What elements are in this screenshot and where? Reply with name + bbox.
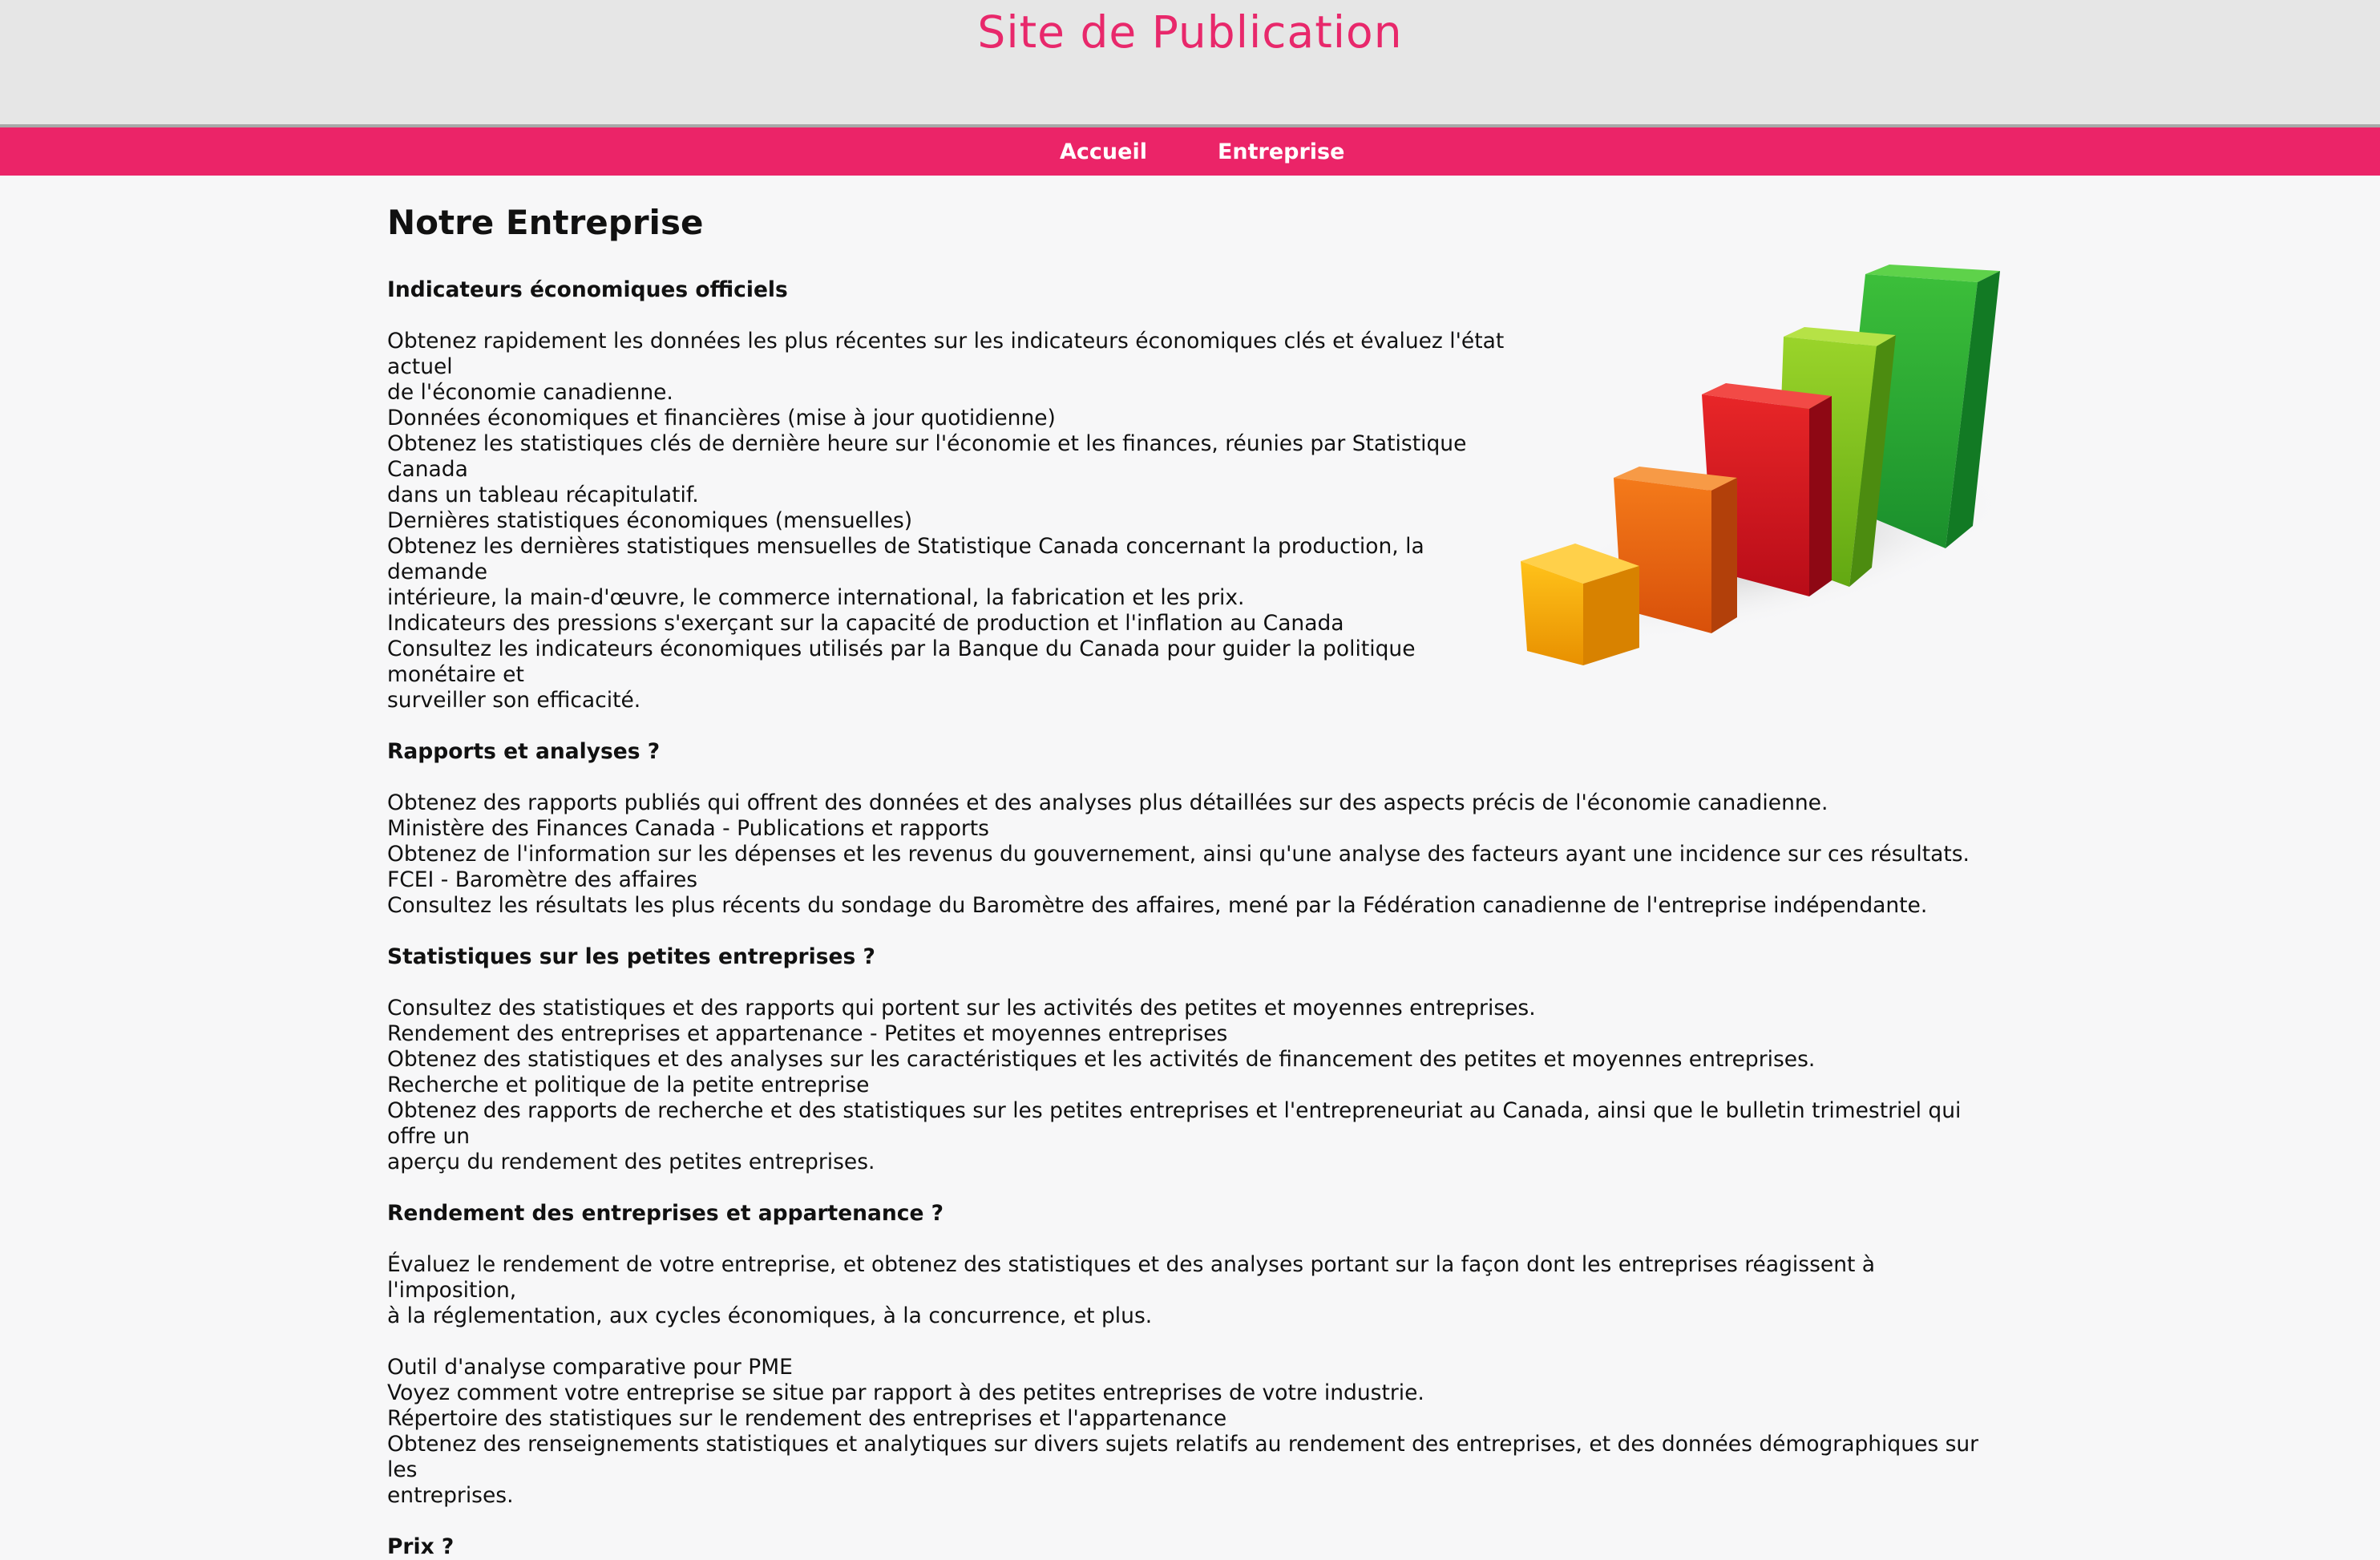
link-outil-analyse: Outil d'analyse comparative pour PME — [387, 1355, 793, 1380]
link-rendement-pme: Rendement des entreprises et appartenanc… — [387, 1021, 1228, 1046]
site-title: Site de Publication — [977, 6, 1403, 58]
link-donnees-economiques: Données économiques et financières (mise… — [387, 406, 1056, 430]
bar-chart-illustration — [1503, 265, 2010, 665]
section-body-petites-entreprises: Consultez des statistiques et des rappor… — [387, 996, 2006, 1175]
paragraph-line: à la réglementation, aux cycles économiq… — [387, 1303, 1153, 1328]
paragraph-line: Obtenez les dernières statistiques mensu… — [387, 534, 1424, 584]
nav-item-entreprise[interactable]: Entreprise — [1218, 139, 1344, 164]
paragraph-line: Consultez les résultats les plus récents… — [387, 893, 1928, 918]
section-body-rapports: Obtenez des rapports publiés qui offrent… — [387, 790, 2006, 919]
section-heading-rapports: Rapports et analyses ? — [387, 739, 661, 764]
section-body-rendement: Évaluez le rendement de votre entreprise… — [387, 1252, 2006, 1509]
section-body-indicateurs: Obtenez rapidement les données les plus … — [387, 329, 1509, 713]
section-heading-petites-entreprises: Statistiques sur les petites entreprises… — [387, 944, 875, 969]
paragraph-line: Obtenez des rapports publiés qui offrent… — [387, 790, 1828, 815]
link-recherche-politique: Recherche et politique de la petite entr… — [387, 1073, 870, 1097]
link-repertoire-statistiques: Répertoire des statistiques sur le rende… — [387, 1406, 1227, 1431]
link-indicateurs-pressions: Indicateurs des pressions s'exerçant sur… — [387, 611, 1344, 636]
paragraph-line: dans un tableau récapitulatif. — [387, 483, 699, 507]
link-fcei-barometre: FCEI - Baromètre des affaires — [387, 867, 698, 892]
section-heading-prix: Prix ? — [387, 1534, 455, 1559]
bar-1 — [1521, 544, 1639, 665]
paragraph-line: Obtenez des renseignements statistiques … — [387, 1432, 1979, 1482]
paragraph-line: Voyez comment votre entreprise se situe … — [387, 1380, 1424, 1405]
page-title: Notre Entreprise — [387, 203, 704, 242]
paragraph-line: Obtenez des statistiques et des analyses… — [387, 1047, 1816, 1072]
paragraph-line: de l'économie canadienne. — [387, 380, 673, 405]
paragraph-line: Obtenez des rapports de recherche et des… — [387, 1098, 1962, 1149]
paragraph-line: Obtenez rapidement les données les plus … — [387, 329, 1505, 379]
paragraph-line: surveiller son efficacité. — [387, 688, 641, 713]
paragraph-line: Obtenez de l'information sur les dépense… — [387, 842, 1970, 867]
paragraph-line: Évaluez le rendement de votre entreprise… — [387, 1252, 1876, 1303]
paragraph-line: Obtenez les statistiques clés de dernièr… — [387, 431, 1467, 482]
paragraph-line: Consultez des statistiques et des rappor… — [387, 996, 1536, 1020]
site-header: Site de Publication — [0, 0, 2380, 127]
main-navbar: Accueil Entreprise — [0, 127, 2380, 176]
paragraph-line: aperçu du rendement des petites entrepri… — [387, 1150, 875, 1174]
paragraph-line: entreprises. — [387, 1483, 514, 1508]
nav-item-accueil[interactable]: Accueil — [1060, 139, 1147, 164]
paragraph-line: intérieure, la main-d'œuvre, le commerce… — [387, 585, 1245, 610]
nav-menu: Accueil Entreprise — [1060, 127, 1415, 176]
link-dernieres-statistiques: Dernières statistiques économiques (mens… — [387, 508, 913, 533]
bar-chart-illustration-svg — [1521, 265, 2010, 665]
link-ministere-finances: Ministère des Finances Canada - Publicat… — [387, 816, 989, 841]
paragraph-line: Consultez les indicateurs économiques ut… — [387, 637, 1416, 687]
section-heading-rendement: Rendement des entreprises et appartenanc… — [387, 1201, 944, 1226]
